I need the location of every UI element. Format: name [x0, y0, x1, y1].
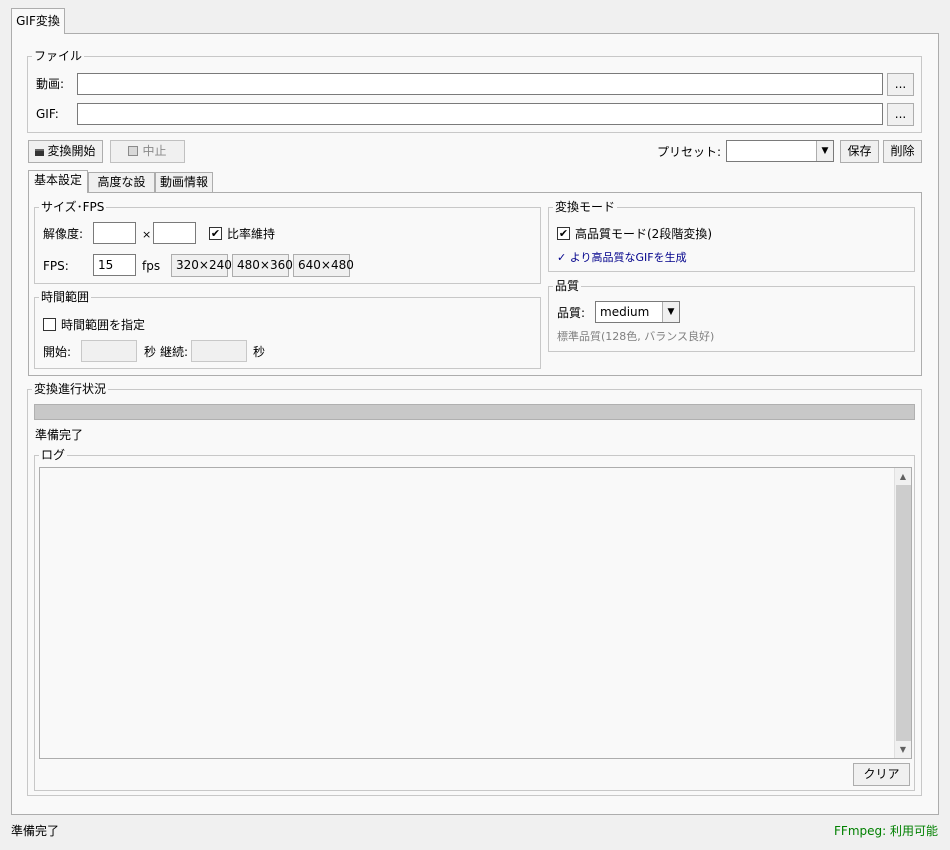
log-content [40, 468, 911, 476]
duration-sec-label: 秒 [253, 345, 266, 359]
gif-label: GIF: [36, 107, 59, 121]
clapper-icon [35, 149, 45, 156]
quality-legend: 品質 [555, 279, 580, 293]
start-sec-label: 秒 [144, 345, 157, 359]
time-range-label: 時間範囲を指定 [61, 318, 146, 332]
width-input[interactable] [93, 222, 136, 244]
size-fps-legend: サイズ･FPS [41, 200, 105, 214]
duration-label: 継続: [160, 345, 189, 359]
start-time-label: 開始: [43, 345, 72, 359]
log-textarea[interactable]: ▲ ▼ [39, 467, 912, 759]
hq-mode-checkbox[interactable]: ✔ [557, 227, 570, 240]
clear-log-button[interactable]: クリア [853, 763, 910, 786]
log-scrollbar[interactable]: ▲ ▼ [894, 468, 911, 758]
tab-gif-convert[interactable]: GIF変換 [11, 8, 65, 34]
log-legend: ログ [41, 448, 66, 462]
keep-ratio-checkbox[interactable]: ✔ [209, 227, 222, 240]
keep-ratio-label: 比率維持 [227, 227, 276, 241]
preset-label: プリセット: [657, 145, 722, 159]
preset-320x240-button[interactable]: 320×240 [171, 254, 232, 277]
start-time-input[interactable] [81, 340, 137, 362]
progress-legend: 変換進行状況 [34, 382, 107, 396]
video-browse-button[interactable]: ... [887, 73, 914, 96]
preset-480x360-button[interactable]: 480×360 [232, 254, 293, 277]
preset-640x480-button[interactable]: 640×480 [293, 254, 354, 277]
tab-video-info[interactable]: 動画情報 [155, 172, 213, 193]
gif-path-input[interactable] [77, 103, 883, 125]
chevron-down-icon: ▼ [662, 302, 679, 322]
save-preset-button[interactable]: 保存 [840, 140, 879, 163]
gif-browse-button[interactable]: ... [887, 103, 914, 126]
video-label: 動画: [36, 77, 65, 91]
quality-label: 品質: [557, 306, 586, 320]
scroll-up-icon[interactable]: ▲ [895, 468, 911, 485]
preset-select[interactable]: ▼ [726, 140, 834, 162]
progress-bar [34, 404, 915, 420]
stop-label: 中止 [142, 144, 167, 158]
start-convert-label: 変換開始 [47, 144, 96, 158]
quality-select[interactable]: medium ▼ [595, 301, 680, 323]
mode-legend: 変換モード [555, 200, 616, 214]
statusbar-left: 準備完了 [11, 824, 60, 838]
fps-unit: fps [142, 259, 161, 273]
resolution-label: 解像度: [43, 227, 84, 241]
time-range-legend: 時間範囲 [41, 290, 90, 304]
fps-input[interactable]: 15 [93, 254, 136, 276]
times-sign: × [142, 228, 152, 241]
height-input[interactable] [153, 222, 196, 244]
time-range-checkbox[interactable] [43, 318, 56, 331]
quality-select-value: medium [600, 305, 650, 319]
tab-basic-settings[interactable]: 基本設定 [28, 170, 88, 193]
fps-label: FPS: [43, 259, 69, 273]
quality-description: 標準品質(128色, バランス良好) [557, 330, 715, 343]
statusbar-ffmpeg: FFmpeg: 利用可能 [834, 824, 938, 838]
hq-mode-label: 高品質モード(2段階変換) [575, 227, 712, 241]
duration-input[interactable] [191, 340, 247, 362]
scroll-down-icon[interactable]: ▼ [895, 741, 911, 758]
tab-advanced-settings[interactable]: 高度な設定 [88, 172, 155, 208]
file-group-legend: ファイル [34, 49, 83, 63]
video-path-input[interactable] [77, 73, 883, 95]
stop-button[interactable]: 中止 [110, 140, 185, 163]
delete-preset-button[interactable]: 削除 [883, 140, 922, 163]
start-convert-button[interactable]: 変換開始 [28, 140, 103, 163]
scroll-thumb[interactable] [896, 485, 911, 741]
chevron-down-icon: ▼ [816, 141, 833, 161]
hq-mode-hint: ✓ より高品質なGIFを生成 [557, 251, 687, 264]
progress-status: 準備完了 [35, 428, 84, 442]
stop-icon [128, 146, 139, 156]
